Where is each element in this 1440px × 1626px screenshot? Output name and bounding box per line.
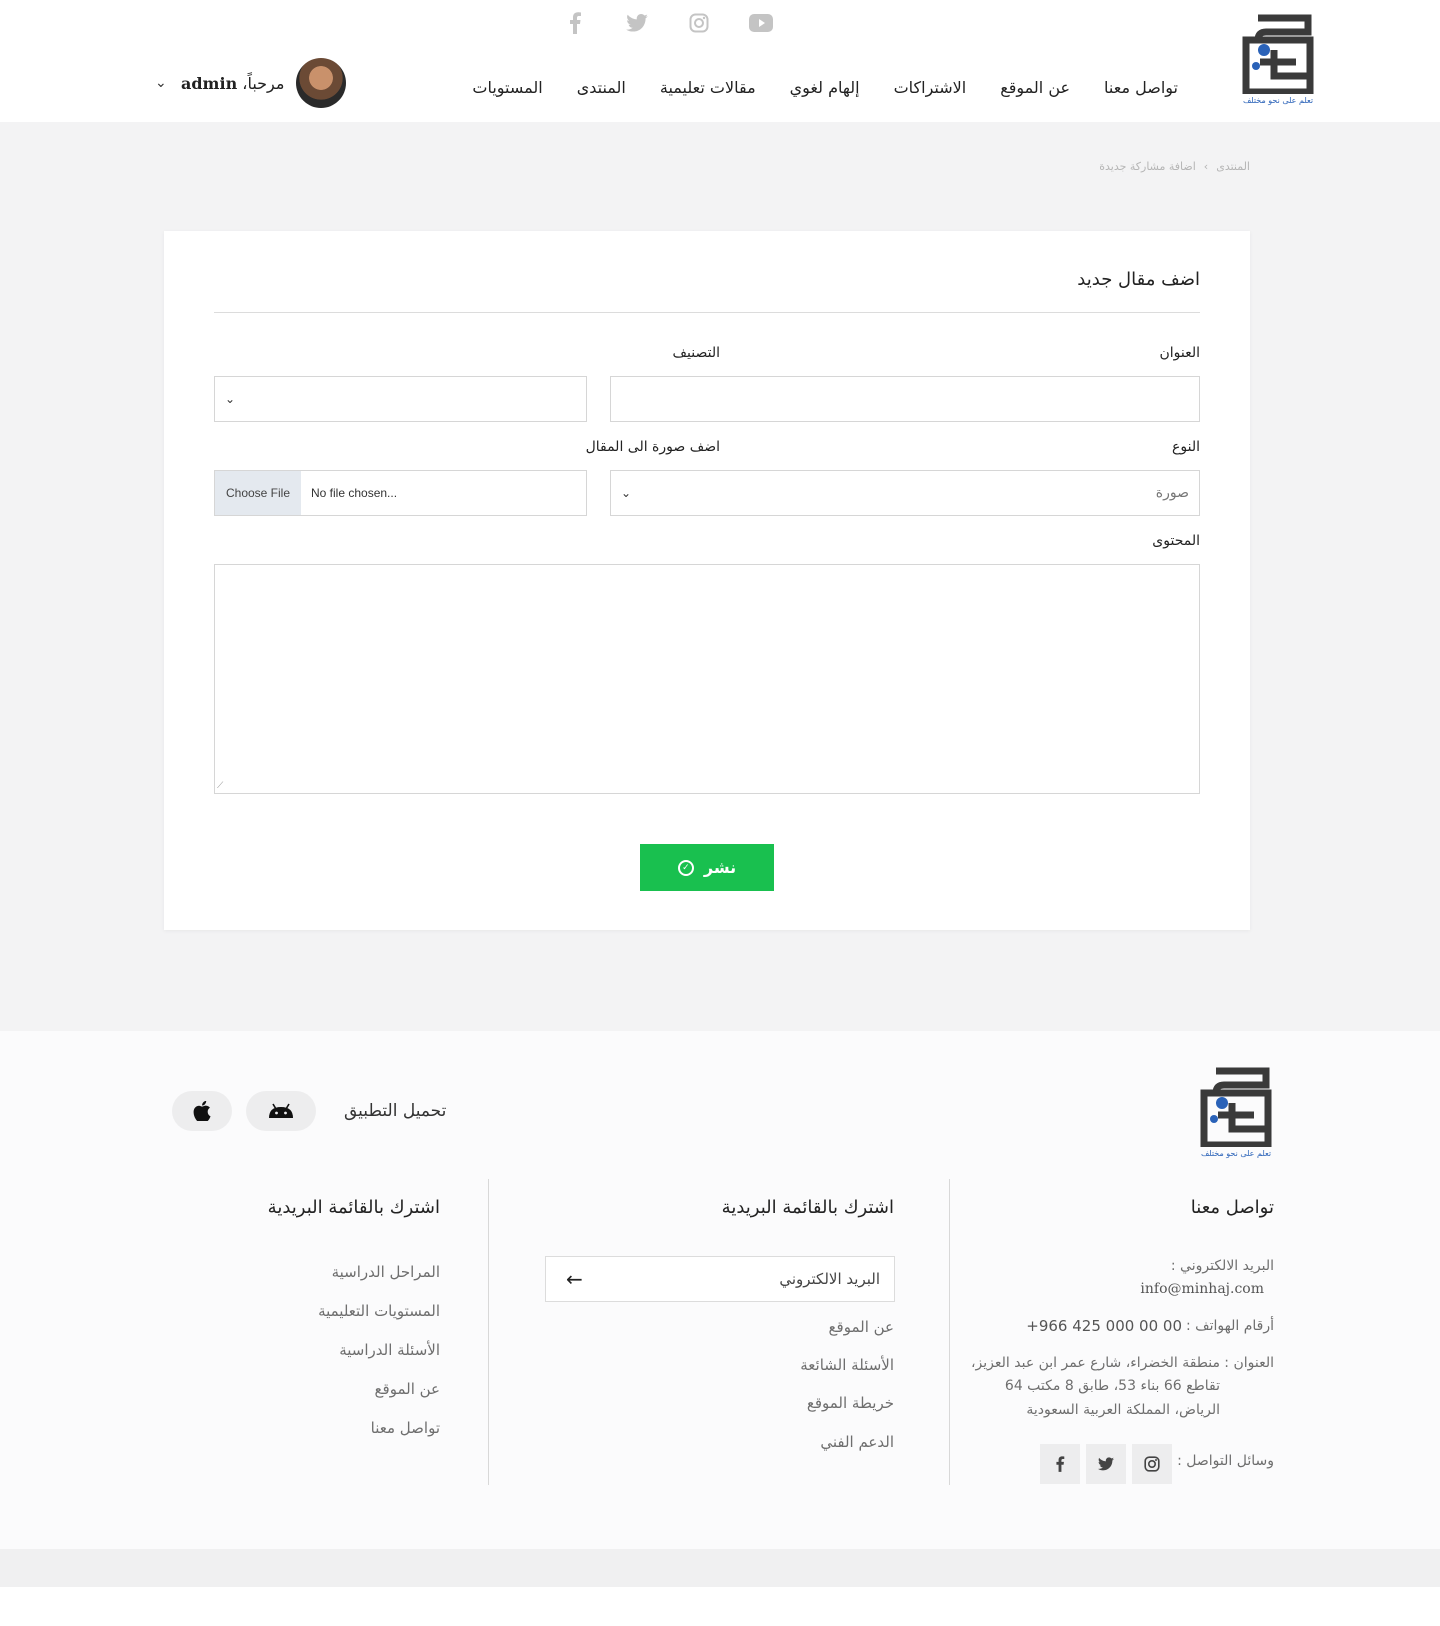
- footer-link-contact[interactable]: تواصل معنا: [371, 1419, 440, 1437]
- publish-button[interactable]: نشر ✓: [640, 844, 774, 891]
- breadcrumb-forum[interactable]: المنتدى: [1216, 160, 1250, 173]
- chevron-down-icon: ⌄: [225, 392, 236, 406]
- contact-heading: تواصل معنا: [1190, 1197, 1274, 1218]
- chevron-left-icon: ›: [1203, 160, 1209, 173]
- newsletter-heading: اشترك بالقائمة البريدية: [721, 1197, 894, 1218]
- user-name: admin: [181, 73, 238, 93]
- column-divider: [949, 1179, 950, 1485]
- user-menu[interactable]: ⌄ مرحباً، admin: [155, 58, 347, 108]
- third-column-heading: اشترك بالقائمة البريدية: [267, 1197, 440, 1218]
- breadcrumb: المنتدى › اضافة مشاركة جديدة: [1099, 160, 1250, 173]
- type-label: النوع: [1172, 439, 1200, 455]
- content-textarea[interactable]: ⟋: [214, 564, 1200, 794]
- chevron-down-icon[interactable]: ⌄: [155, 75, 169, 91]
- app-download: تحميل التطبيق: [172, 1091, 446, 1131]
- nav-inspiration[interactable]: إلهام لغوي: [790, 78, 860, 97]
- contact-phones: +966 425 000 00 00: [1026, 1317, 1182, 1335]
- nav-subscriptions[interactable]: الاشتراكات: [894, 78, 967, 97]
- avatar[interactable]: [296, 58, 347, 108]
- site-footer: تعلم على نحو مختلف تحميل التطبيق تواصل م…: [0, 1031, 1440, 1549]
- footer-link-about[interactable]: عن الموقع: [829, 1318, 894, 1336]
- choose-file-button[interactable]: Choose File: [215, 471, 301, 515]
- arrow-left-icon[interactable]: ←: [566, 1267, 583, 1291]
- category-label: التصنيف: [672, 345, 720, 361]
- title-label: العنوان: [1159, 345, 1200, 361]
- android-icon: [269, 1103, 293, 1118]
- address-label: العنوان :: [1224, 1355, 1274, 1371]
- nav-articles[interactable]: مقالات تعليمية: [660, 78, 756, 97]
- nav-forum[interactable]: المنتدى: [577, 78, 626, 97]
- image-file-input[interactable]: Choose File No file chosen...: [214, 470, 587, 516]
- site-logo[interactable]: تعلم على نحو مختلف: [1240, 10, 1316, 105]
- footer-logo[interactable]: تعلم على نحو مختلف: [1198, 1063, 1274, 1158]
- apple-icon: [193, 1101, 211, 1121]
- main-nav: المستويات المنتدى مقالات تعليمية إلهام ل…: [472, 78, 1178, 97]
- instagram-icon: [1144, 1456, 1160, 1472]
- divider: [214, 312, 1200, 313]
- twitter-icon: [1098, 1457, 1114, 1471]
- email-label: البريد الالكتروني :: [1170, 1258, 1274, 1274]
- instagram-icon[interactable]: [686, 10, 712, 36]
- footer-bottom-bar: [0, 1549, 1440, 1587]
- facebook-icon: [1056, 1456, 1065, 1472]
- youtube-icon[interactable]: [748, 10, 774, 36]
- image-label: اضف صورة الى المقال: [585, 439, 720, 455]
- footer-instagram-button[interactable]: [1132, 1444, 1172, 1484]
- header-social-links: [562, 10, 774, 36]
- logo-mark-icon: [1200, 1067, 1272, 1147]
- android-store-button[interactable]: [246, 1091, 316, 1131]
- logo-tagline: تعلم على نحو مختلف: [1200, 1149, 1272, 1158]
- footer-link-sitemap[interactable]: خريطة الموقع: [807, 1394, 894, 1412]
- address-line-2: تقاطع 66 بناء 53، طابق 8 مكتب 64: [1004, 1378, 1220, 1394]
- breadcrumb-current: اضافة مشاركة جديدة: [1099, 160, 1196, 173]
- type-select-value: صورة: [1155, 485, 1189, 501]
- new-article-card: اضف مقال جديد العنوان التصنيف ⌄ النوع اض…: [164, 231, 1250, 930]
- footer-link-questions[interactable]: الأسئلة الدراسية: [339, 1341, 440, 1359]
- footer-facebook-button[interactable]: [1040, 1444, 1080, 1484]
- user-greeting: مرحباً، admin: [181, 73, 285, 93]
- footer-twitter-button[interactable]: [1086, 1444, 1126, 1484]
- type-select[interactable]: صورة ⌄: [610, 470, 1200, 516]
- page-title: اضف مقال جديد: [1077, 269, 1200, 290]
- chevron-down-icon: ⌄: [621, 486, 632, 500]
- check-circle-icon: ✓: [677, 859, 694, 876]
- apple-store-button[interactable]: [172, 1091, 232, 1131]
- nav-levels[interactable]: المستويات: [472, 78, 542, 97]
- app-download-label: تحميل التطبيق: [344, 1101, 447, 1121]
- newsletter-email-input[interactable]: ← البريد الالكتروني: [545, 1256, 895, 1302]
- contact-email[interactable]: info@minhaj.com: [1140, 1281, 1264, 1297]
- nav-contact[interactable]: تواصل معنا: [1104, 78, 1178, 97]
- nav-about[interactable]: عن الموقع: [1000, 78, 1070, 97]
- social-label: وسائل التواصل :: [1177, 1453, 1274, 1469]
- column-divider: [488, 1179, 489, 1485]
- page-bottom: [0, 1587, 1440, 1626]
- logo-tagline: تعلم على نحو مختلف: [1242, 96, 1314, 105]
- footer-link-faq[interactable]: الأسئلة الشائعة: [800, 1356, 894, 1374]
- footer-link-support[interactable]: الدعم الفني: [820, 1433, 894, 1451]
- file-name-text: No file chosen...: [311, 486, 398, 500]
- site-header: تعلم على نحو مختلف المستويات المنتدى مقا…: [0, 0, 1440, 122]
- newsletter-email-placeholder: البريد الالكتروني: [779, 1270, 880, 1288]
- content-label: المحتوى: [1152, 533, 1200, 549]
- footer-link-levels[interactable]: المستويات التعليمية: [318, 1302, 440, 1320]
- category-select[interactable]: ⌄: [214, 376, 587, 422]
- twitter-icon[interactable]: [624, 10, 650, 36]
- title-input[interactable]: [610, 376, 1200, 422]
- address-line-1: منطقة الخضراء، شارع عمر ابن عبد العزيز،: [971, 1355, 1220, 1371]
- logo-mark-icon: [1242, 14, 1314, 94]
- facebook-icon[interactable]: [562, 10, 588, 36]
- footer-link-stages[interactable]: المراحل الدراسية: [332, 1263, 440, 1281]
- phones-label: أرقام الهواتف :: [1185, 1318, 1274, 1334]
- address-line-3: الرياض، المملكة العربية السعودية: [1026, 1402, 1220, 1418]
- footer-link-about[interactable]: عن الموقع: [375, 1380, 440, 1398]
- resize-handle-icon[interactable]: ⟋: [217, 781, 223, 791]
